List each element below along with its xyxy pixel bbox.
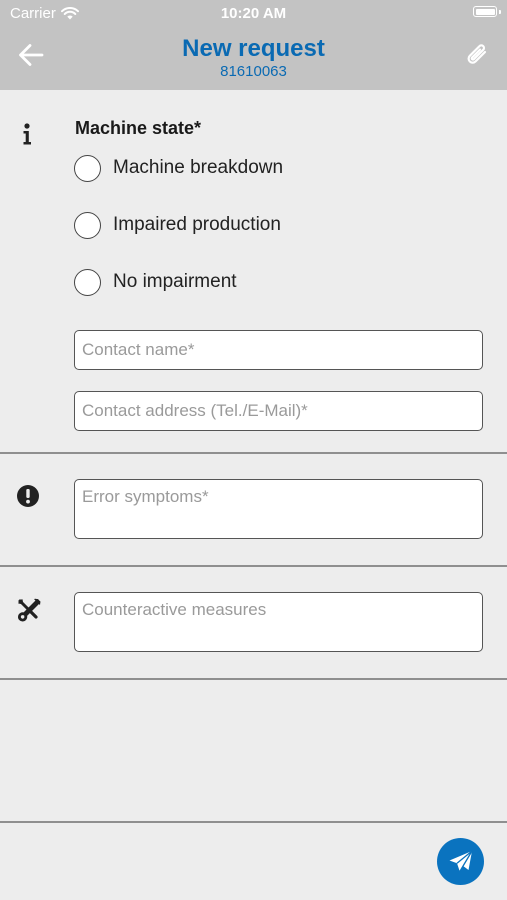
status-bar: Carrier 10:20 AM xyxy=(0,0,507,28)
send-button[interactable] xyxy=(437,838,484,885)
exclamation-circle-icon xyxy=(16,484,40,508)
tools-icon xyxy=(16,597,41,622)
title-block: New request 81610063 xyxy=(0,35,507,81)
section-divider xyxy=(0,565,507,567)
radio-label: Impaired production xyxy=(113,214,281,235)
info-icon xyxy=(16,120,40,145)
request-number: 81610063 xyxy=(220,63,287,80)
battery-icon xyxy=(473,6,497,17)
error-symptoms-field[interactable] xyxy=(74,479,483,539)
section-divider xyxy=(0,678,507,680)
machine-state-label: Machine state* xyxy=(75,118,202,138)
radio-circle[interactable] xyxy=(74,211,101,239)
radio-label: No impairment xyxy=(113,271,237,292)
status-time: 10:20 AM xyxy=(220,5,287,22)
footer-divider xyxy=(0,821,507,823)
radio-no-impairment[interactable]: No impairment xyxy=(74,266,237,298)
paper-plane-icon xyxy=(449,849,473,872)
battery-tip xyxy=(499,10,501,14)
section-divider xyxy=(0,452,507,454)
page-title: New request xyxy=(182,35,325,62)
radio-impaired-production[interactable]: Impaired production xyxy=(74,209,281,241)
attach-button[interactable] xyxy=(463,40,491,70)
radio-label: Machine breakdown xyxy=(113,157,284,178)
radio-machine-breakdown[interactable]: Machine breakdown xyxy=(74,152,283,184)
radio-circle[interactable] xyxy=(74,154,101,182)
paperclip-icon xyxy=(467,44,487,64)
contact-address-field[interactable] xyxy=(74,391,483,431)
contact-name-field[interactable] xyxy=(74,330,483,370)
radio-circle[interactable] xyxy=(74,268,101,296)
app-header: Carrier 10:20 AM New request 81610063 xyxy=(0,0,507,90)
counteractive-measures-field[interactable] xyxy=(74,592,483,652)
